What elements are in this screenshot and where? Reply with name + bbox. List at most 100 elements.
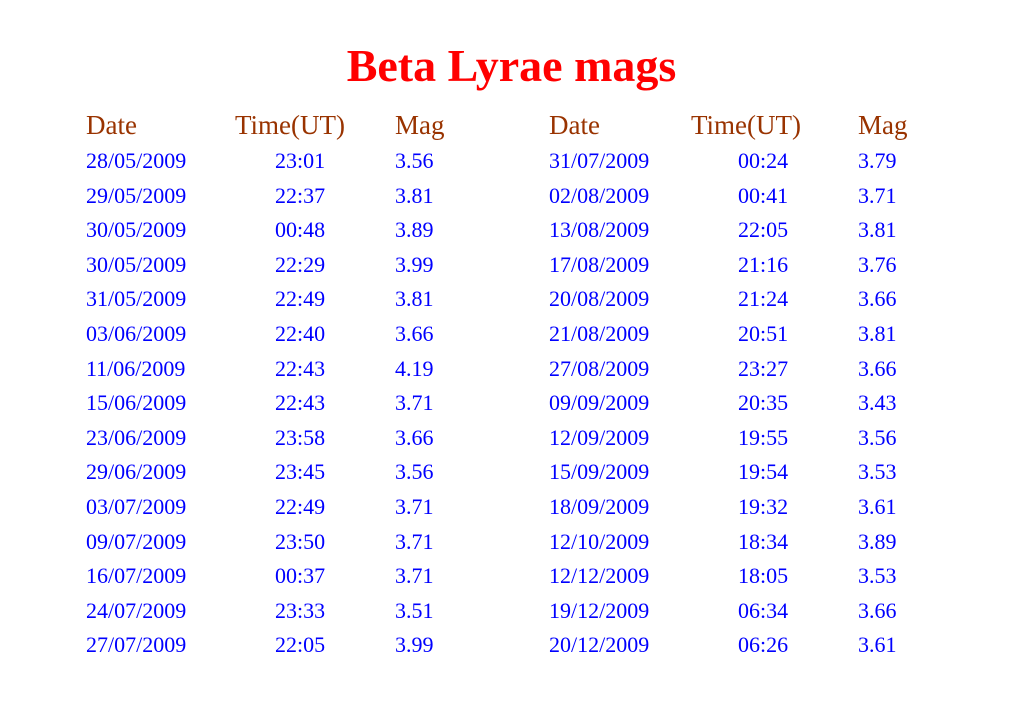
cell-date: 15/09/2009: [549, 459, 650, 485]
table-row: 19/12/2009 06:34 3.66: [549, 594, 929, 629]
cell-date: 09/09/2009: [549, 390, 650, 416]
table-header: Date Time(UT) Mag: [549, 106, 929, 144]
table-row: 31/05/2009 22:49 3.81: [86, 282, 466, 317]
cell-mag: 3.79: [858, 148, 897, 173]
table-row: 20/12/2009 06:26 3.61: [549, 628, 929, 663]
cell-time: 22:05: [275, 632, 326, 658]
table-row: 12/09/2009 19:55 3.56: [549, 421, 929, 456]
cell-date: 20/12/2009: [549, 632, 650, 658]
header-time: Time(UT): [235, 110, 346, 140]
cell-time: 19:54: [738, 459, 789, 485]
table-row: 28/05/2009 23:01 3.56: [86, 144, 466, 179]
cell-mag: 3.71: [395, 563, 434, 589]
table-row: 16/07/2009 00:37 3.71: [86, 559, 466, 594]
cell-time: 06:26: [738, 632, 789, 658]
cell-date: 27/07/2009: [86, 632, 187, 658]
cell-date: 03/06/2009: [86, 320, 187, 346]
table-row: 12/12/2009 18:05 3.53: [549, 559, 929, 594]
table-row: 30/05/2009 22:29 3.99: [86, 248, 466, 283]
table-row: 18/09/2009 19:32 3.61: [549, 490, 929, 525]
page-title: Beta Lyrae mags: [346, 40, 677, 91]
cell-time: 00:24: [738, 148, 789, 173]
cell-date: 29/05/2009: [86, 182, 187, 208]
cell-time: 23:01: [275, 148, 326, 173]
header-date: Date: [86, 110, 137, 140]
table-row: 24/07/2009 23:33 3.51: [86, 594, 466, 629]
cell-date: 29/06/2009: [86, 459, 187, 485]
table-row: 21/08/2009 20:51 3.81: [549, 317, 929, 352]
cell-mag: 3.71: [395, 390, 434, 416]
cell-mag: 3.99: [395, 632, 434, 658]
cell-mag: 3.71: [858, 182, 897, 208]
table-row: 23/06/2009 23:58 3.66: [86, 421, 466, 456]
cell-mag: 3.56: [858, 424, 897, 450]
cell-time: 23:27: [738, 355, 789, 381]
cell-mag: 3.53: [858, 563, 897, 589]
table-row: 20/08/2009 21:24 3.66: [549, 282, 929, 317]
cell-time: 21:16: [738, 251, 789, 277]
table-row: 31/07/2009 00:24 3.79: [549, 144, 929, 179]
observations-table-left: Date Time(UT) Mag 28/05/2009 23:01 3.56 29/…: [86, 106, 466, 663]
cell-time: 18:05: [738, 563, 789, 589]
cell-mag: 3.81: [395, 286, 434, 312]
cell-time: 00:48: [275, 217, 326, 243]
cell-date: 28/05/2009: [86, 148, 187, 173]
cell-mag: 3.56: [395, 148, 434, 173]
cell-time: 18:34: [738, 528, 789, 554]
cell-time: 23:50: [275, 528, 326, 554]
cell-time: 22:43: [275, 390, 326, 416]
table-row: 02/08/2009 00:41 3.71: [549, 179, 929, 214]
table-row: 12/10/2009 18:34 3.89: [549, 525, 929, 560]
cell-date: 11/06/2009: [86, 355, 186, 381]
cell-mag: 3.53: [858, 459, 897, 485]
cell-time: 00:41: [738, 182, 789, 208]
cell-time: 22:40: [275, 320, 326, 346]
cell-mag: 3.43: [858, 390, 897, 416]
cell-time: 23:33: [275, 597, 326, 623]
header-mag: Mag: [858, 110, 908, 140]
cell-date: 21/08/2009: [549, 320, 650, 346]
table-row: 29/06/2009 23:45 3.56: [86, 455, 466, 490]
cell-time: 22:37: [275, 182, 326, 208]
table-row: 09/09/2009 20:35 3.43: [549, 386, 929, 421]
cell-date: 31/05/2009: [86, 286, 187, 312]
cell-mag: 3.66: [858, 597, 897, 623]
header-mag: Mag: [395, 110, 445, 140]
table-row: 15/09/2009 19:54 3.53: [549, 455, 929, 490]
observations-table-right: Date Time(UT) Mag 31/07/2009 00:24 3.79 02/…: [549, 106, 929, 663]
cell-date: 27/08/2009: [549, 355, 650, 381]
cell-mag: 3.99: [395, 251, 434, 277]
cell-mag: 3.81: [858, 217, 897, 243]
cell-date: 12/09/2009: [549, 424, 650, 450]
cell-date: 03/07/2009: [86, 493, 187, 519]
cell-date: 23/06/2009: [86, 424, 187, 450]
cell-mag: 3.61: [858, 493, 897, 519]
cell-mag: 3.61: [858, 632, 897, 658]
cell-time: 23:58: [275, 424, 326, 450]
cell-time: 22:49: [275, 493, 326, 519]
cell-date: 30/05/2009: [86, 217, 187, 243]
cell-time: 19:32: [738, 493, 789, 519]
cell-time: 21:24: [738, 286, 789, 312]
cell-mag: 3.81: [858, 320, 897, 346]
cell-mag: 3.66: [858, 355, 897, 381]
table-row: 30/05/2009 00:48 3.89: [86, 213, 466, 248]
cell-date: 24/07/2009: [86, 597, 187, 623]
table-row: 27/08/2009 23:27 3.66: [549, 352, 929, 387]
table-row: 03/06/2009 22:40 3.66: [86, 317, 466, 352]
cell-mag: 3.71: [395, 493, 434, 519]
cell-mag: 3.51: [395, 597, 434, 623]
cell-date: 12/10/2009: [549, 528, 650, 554]
cell-time: 22:05: [738, 217, 789, 243]
cell-date: 19/12/2009: [549, 597, 650, 623]
cell-time: 22:49: [275, 286, 326, 312]
table-row: 13/08/2009 22:05 3.81: [549, 213, 929, 248]
table-row: 27/07/2009 22:05 3.99: [86, 628, 466, 663]
cell-date: 31/07/2009: [549, 148, 650, 173]
cell-date: 16/07/2009: [86, 563, 187, 589]
cell-time: 22:29: [275, 251, 326, 277]
cell-date: 20/08/2009: [549, 286, 650, 312]
cell-time: 19:55: [738, 424, 789, 450]
cell-date: 30/05/2009: [86, 251, 187, 277]
cell-mag: 3.81: [395, 182, 434, 208]
